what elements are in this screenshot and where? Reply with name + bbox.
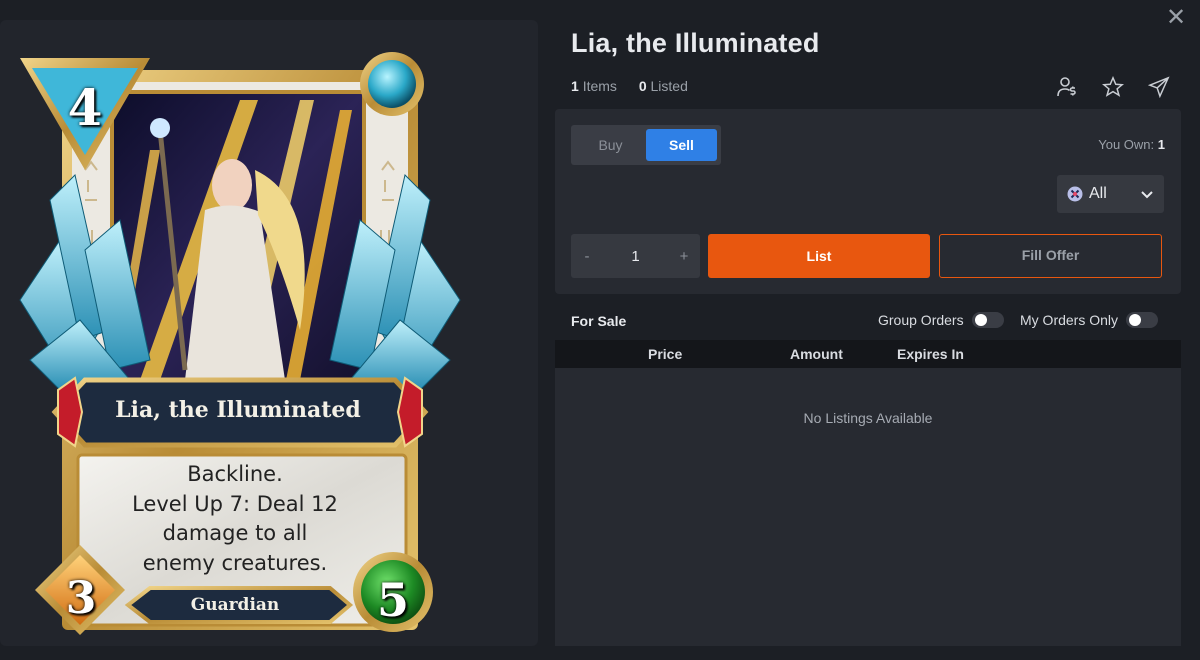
my-orders-switch[interactable] (1126, 312, 1159, 328)
group-orders-label: Group Orders (878, 312, 964, 328)
edition-icon (1067, 186, 1083, 202)
for-sale-heading: For Sale (571, 313, 627, 329)
header-actions (1054, 74, 1172, 100)
increment-button[interactable]: + (668, 248, 700, 265)
column-header-price[interactable]: Price (648, 346, 682, 362)
listings-table-header: Price Amount Expires In (555, 340, 1181, 368)
item-meta: 1 Items 0 Listed (571, 78, 706, 94)
card-panel: 4 Lia, the Illuminated Backline. Level U… (0, 20, 538, 646)
items-count-group: 1 Items (571, 78, 617, 94)
listed-count: 0 (638, 78, 647, 94)
quantity-input[interactable]: 1 (603, 248, 668, 265)
page-title: Lia, the Illuminated (571, 28, 820, 58)
close-icon[interactable]: ✕ (1164, 6, 1188, 30)
empty-state: No Listings Available (803, 410, 933, 426)
column-header-amount[interactable]: Amount (790, 346, 843, 362)
fill-offer-button[interactable]: Fill Offer (939, 234, 1162, 278)
card-name: Lia, the Illuminated (115, 397, 361, 423)
quantity-stepper: - 1 + (571, 234, 700, 278)
my-orders-toggle-group: My Orders Only (1020, 312, 1159, 328)
chevron-down-icon (1141, 191, 1153, 199)
card-attack: 3 (65, 573, 97, 624)
edition-filter-select[interactable]: All (1057, 175, 1164, 213)
send-icon[interactable] (1146, 74, 1172, 100)
tab-sell[interactable]: Sell (646, 129, 717, 161)
user-price-icon[interactable] (1054, 74, 1080, 100)
tab-buy[interactable]: Buy (575, 129, 646, 161)
listed-count-group: 0 Listed (639, 78, 688, 94)
items-label: Items (582, 78, 617, 94)
decrement-button[interactable]: - (571, 248, 603, 265)
card-ability-line: enemy creatures. (142, 550, 328, 575)
card-ability: Backline. Level Up 7: Deal 12 damage to … (110, 460, 360, 578)
card-type: Guardian (190, 595, 280, 615)
card-ability-line: damage to all (162, 521, 308, 545)
buy-sell-toggle: Buy Sell (571, 125, 721, 165)
items-count: 1 (571, 78, 579, 94)
trade-panel: Buy Sell You Own: 1 All - 1 + List Fill … (555, 109, 1181, 294)
my-orders-label: My Orders Only (1020, 312, 1119, 328)
you-own: You Own: 1 (1098, 137, 1165, 152)
filter-value: All (1089, 185, 1107, 202)
card-ability-line: Level Up 7: Deal 12 (132, 491, 338, 516)
you-own-label: You Own: (1098, 137, 1155, 152)
you-own-value: 1 (1157, 137, 1165, 152)
list-button[interactable]: List (708, 234, 930, 278)
column-header-expires[interactable]: Expires In (897, 346, 964, 362)
card-ability-line: Backline. (187, 462, 283, 486)
listed-label: Listed (650, 78, 688, 94)
card-mana-cost: 4 (67, 78, 103, 137)
card-health: 5 (376, 573, 409, 627)
star-icon[interactable] (1100, 74, 1126, 100)
listings-table-body: No Listings Available (555, 368, 1181, 646)
group-orders-toggle-group: Group Orders (878, 312, 1004, 328)
group-orders-switch[interactable] (971, 312, 1004, 328)
